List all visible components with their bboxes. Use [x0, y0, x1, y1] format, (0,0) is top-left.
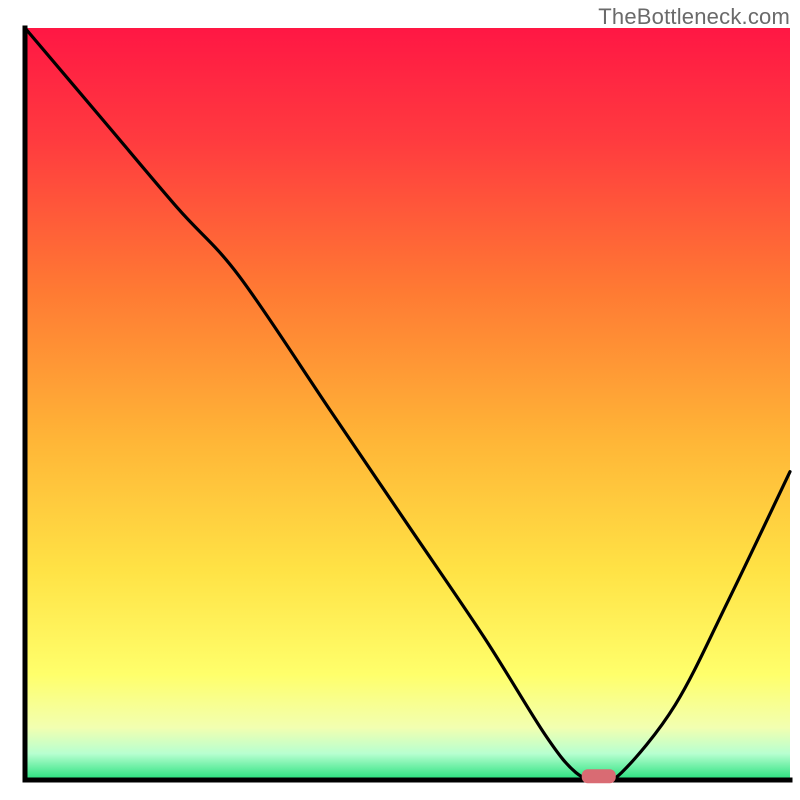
bottleneck-chart [0, 0, 800, 800]
watermark-text: TheBottleneck.com [598, 4, 790, 30]
chart-container: TheBottleneck.com [0, 0, 800, 800]
plot-background [25, 28, 790, 780]
optimal-marker [582, 769, 616, 783]
